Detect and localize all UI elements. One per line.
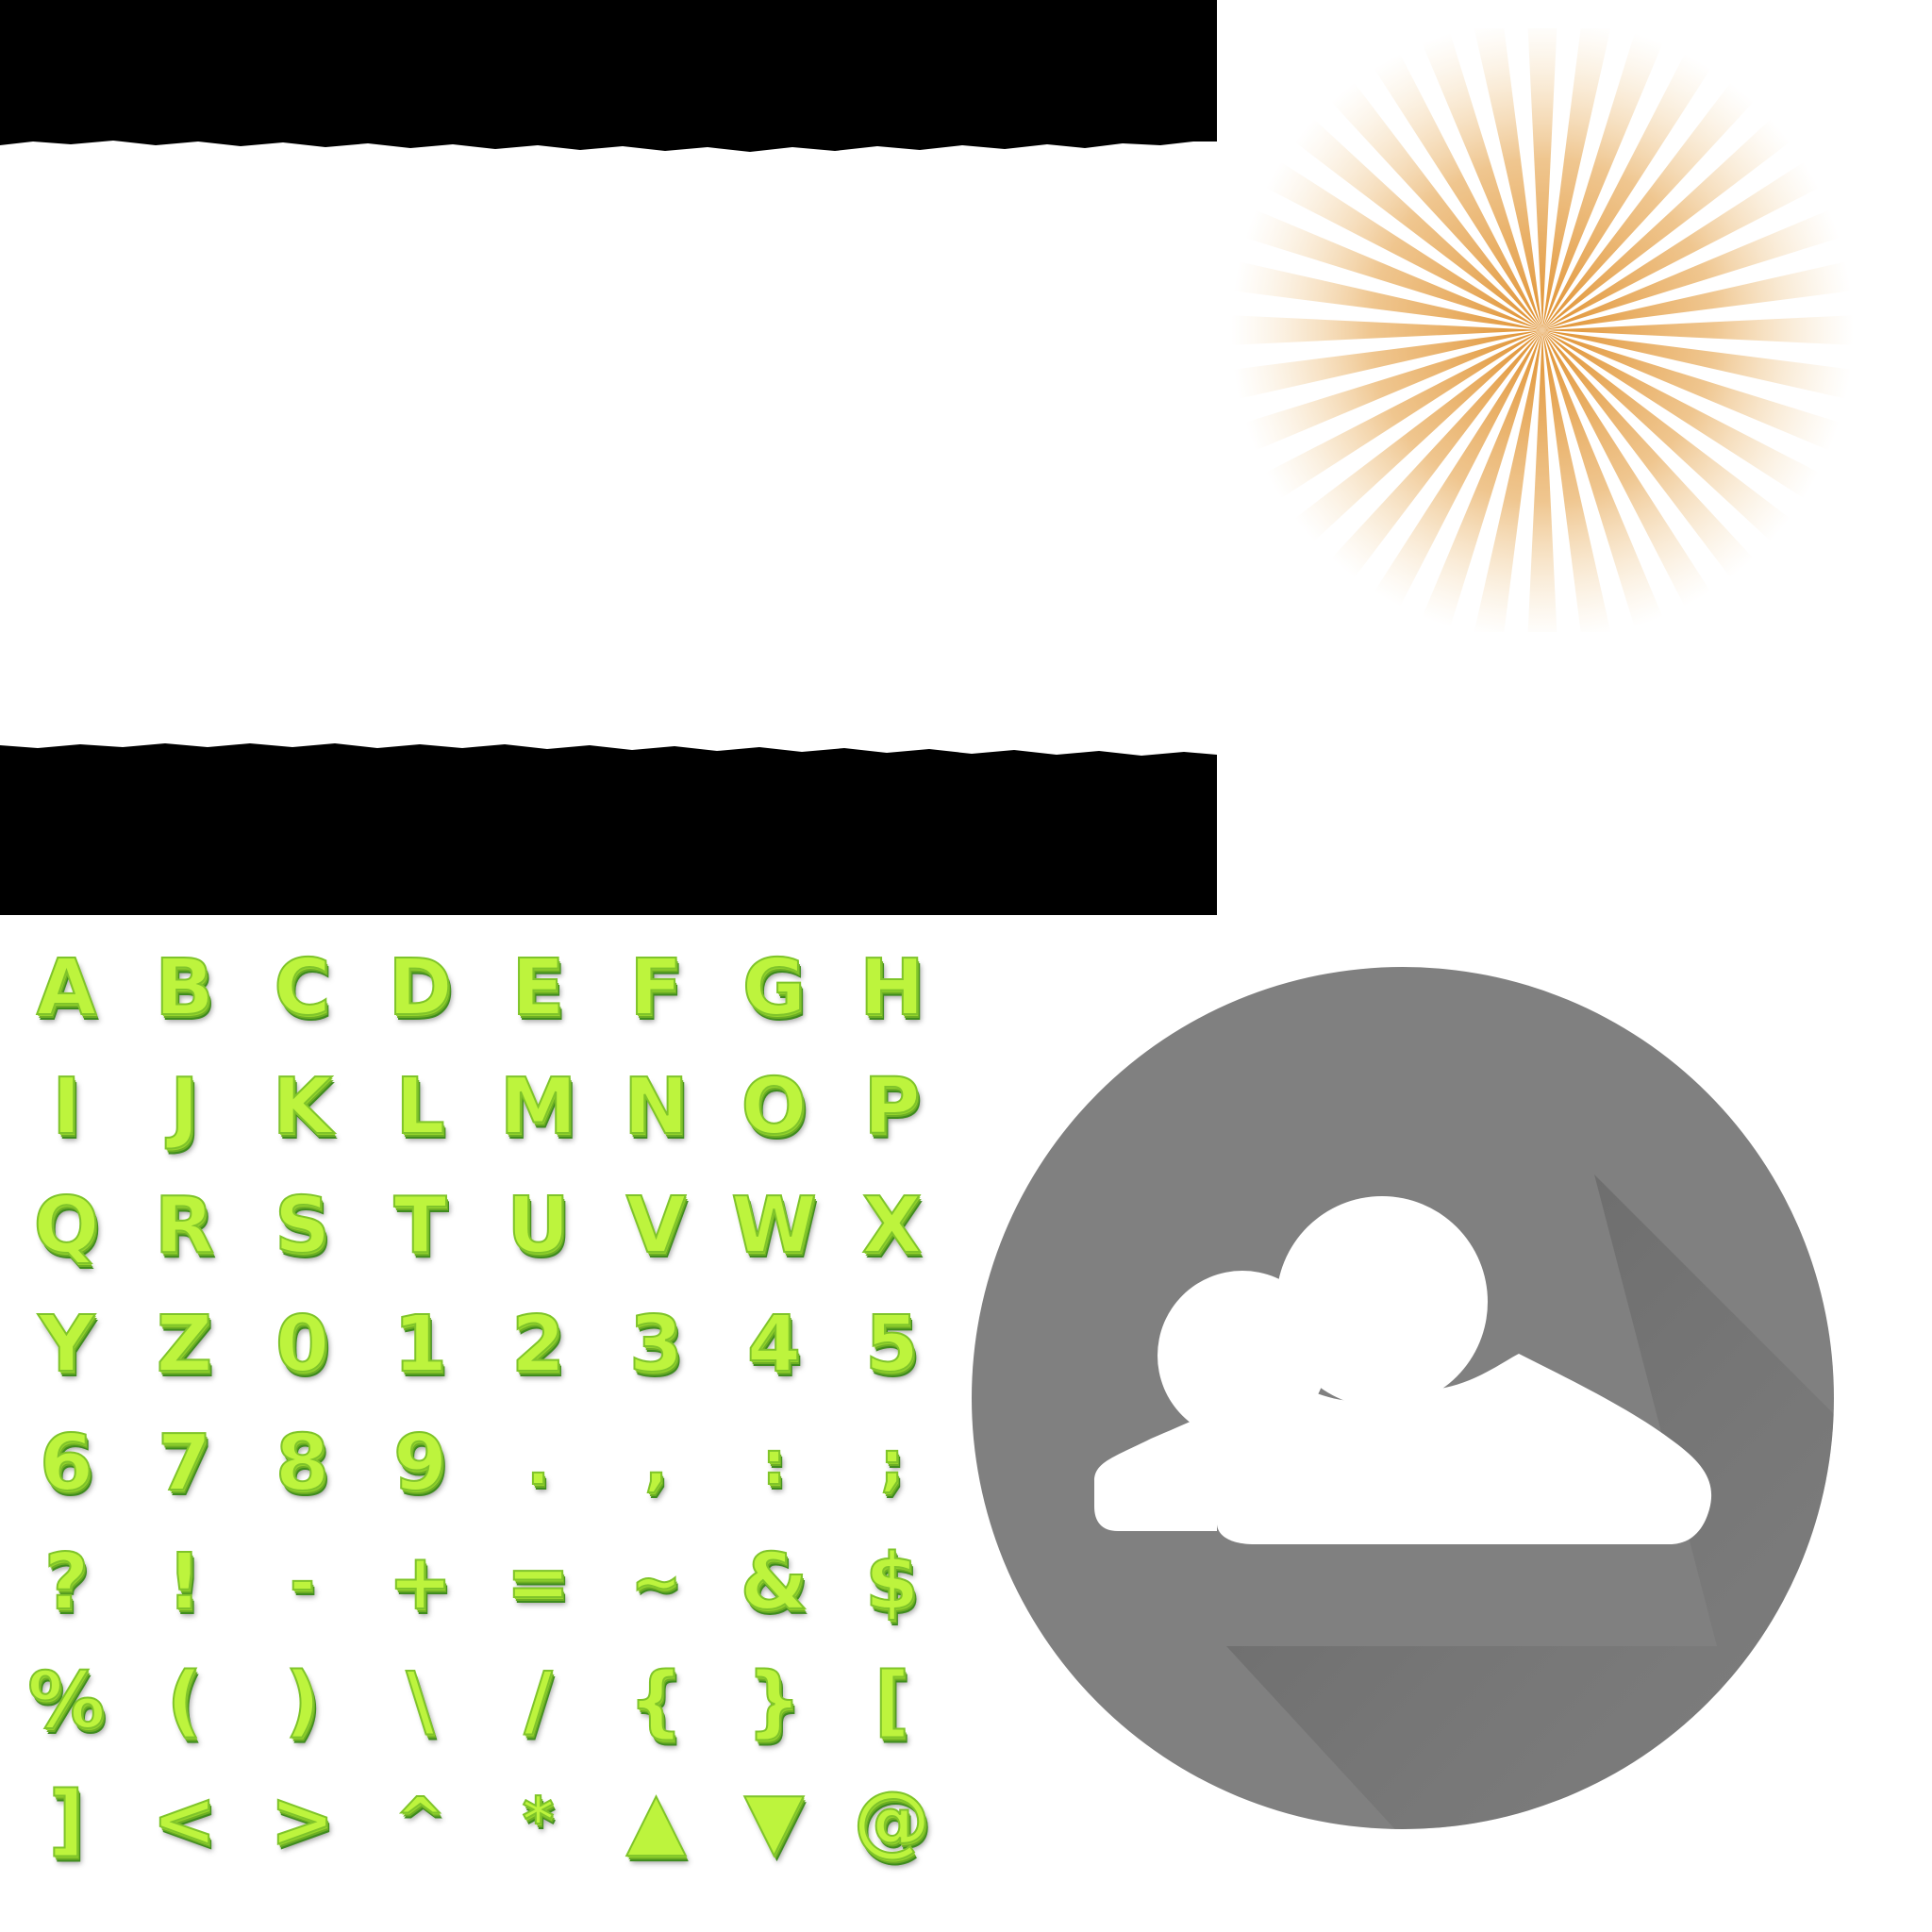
glyph-cell: / [524,1657,554,1746]
glyph-cell: = [505,1538,572,1627]
glyph-cell: @ [853,1775,932,1865]
glyph-cell: [ [874,1657,910,1746]
sunburst-ray [1527,330,1557,632]
glyph-cell: ~ [630,1548,683,1618]
glyph-cell: Q [33,1181,101,1271]
glyph-cell: - [289,1548,316,1618]
glyph-cell: N [623,1062,690,1152]
glyph-cell: I [51,1062,82,1152]
glyph-cell: ▲ [625,1775,687,1865]
glyph-cell: O [741,1062,808,1152]
glyph-cell: E [510,943,565,1033]
sunburst-ray [1422,330,1542,628]
glyph-cell: } [745,1657,802,1746]
glyph-cell: ( [166,1657,203,1746]
sunburst-ray [1244,209,1542,330]
glyph-cell: % [26,1657,106,1746]
glyph-cell: ; [879,1429,906,1499]
sunburst-ray [1244,330,1542,451]
torn-banner [0,0,1217,915]
sunburst-ray [1542,330,1663,628]
glyph-cell: G [741,943,807,1033]
glyph-cell: 3 [628,1300,684,1390]
glyph-cell: 5 [864,1300,920,1390]
glyph-cell: F [628,943,683,1033]
glyph-cell: W [730,1181,817,1271]
glyph-atlas: A B C D E F G H I J K L M N O P Q R S T U V W X Y Z 0 1 2 3 4 5 6 7 8 9.,:;… [8,929,951,1880]
glyph-cell: L [394,1062,445,1152]
glyph-cell: S [274,1181,331,1271]
users-group-icon [972,967,1834,1829]
glyph-cell: X [861,1181,923,1271]
glyph-cell: < [151,1775,218,1865]
glyph-cell: { [627,1657,684,1746]
sunburst-ray [1542,32,1663,330]
glyph-cell: R [154,1181,215,1271]
sunburst-ray [1422,32,1542,330]
glyph-cell: 1 [392,1300,448,1390]
sunburst-icon [1231,28,1854,632]
banner-top-strip [0,0,1217,152]
glyph-cell: Y [38,1300,95,1390]
glyph-cell: & [740,1538,809,1627]
sunburst-ray [1542,330,1840,451]
glyph-cell: > [269,1775,336,1865]
glyph-cell: K [272,1062,334,1152]
glyph-cell: 4 [746,1300,802,1390]
glyph-cell: ] [48,1775,85,1865]
glyph-cell: ) [284,1657,321,1746]
glyph-cell: : [761,1429,788,1499]
glyph-cell: Z [156,1300,213,1390]
glyph-cell: D [387,943,453,1033]
glyph-cell: \ [406,1657,436,1746]
glyph-cell: 2 [510,1300,566,1390]
glyph-cell: J [169,1062,200,1152]
glyph-cell: + [387,1538,454,1627]
glyph-cell: B [154,943,215,1033]
glyph-cell: , [643,1429,668,1499]
glyph-cell: * [522,1786,555,1856]
glyph-cell: A [36,943,97,1033]
banner-bottom-strip [0,743,1217,915]
sunburst-ray [1542,209,1840,330]
glyph-cell: $ [864,1538,920,1627]
glyph-cell: U [506,1181,571,1271]
glyph-cell: T [393,1181,448,1271]
glyph-cell: V [625,1181,687,1271]
large-head [1276,1196,1488,1407]
glyph-cell: ! [166,1538,203,1627]
glyph-cell: ▼ [743,1775,805,1865]
glyph-cell: . [525,1429,550,1499]
glyph-cell: 8 [275,1419,330,1508]
glyph-cell: C [273,943,331,1033]
glyph-cell: 9 [392,1419,448,1508]
glyph-cell: 7 [157,1419,212,1508]
glyph-cell: P [862,1062,921,1152]
sunburst-ray [1527,28,1557,330]
glyph-cell: M [499,1062,578,1152]
glyph-cell: H [858,943,925,1033]
glyph-cell: 6 [39,1419,94,1508]
glyph-cell: ^ [394,1786,447,1856]
glyph-cell: ? [43,1538,91,1627]
glyph-cell: 0 [275,1300,330,1390]
